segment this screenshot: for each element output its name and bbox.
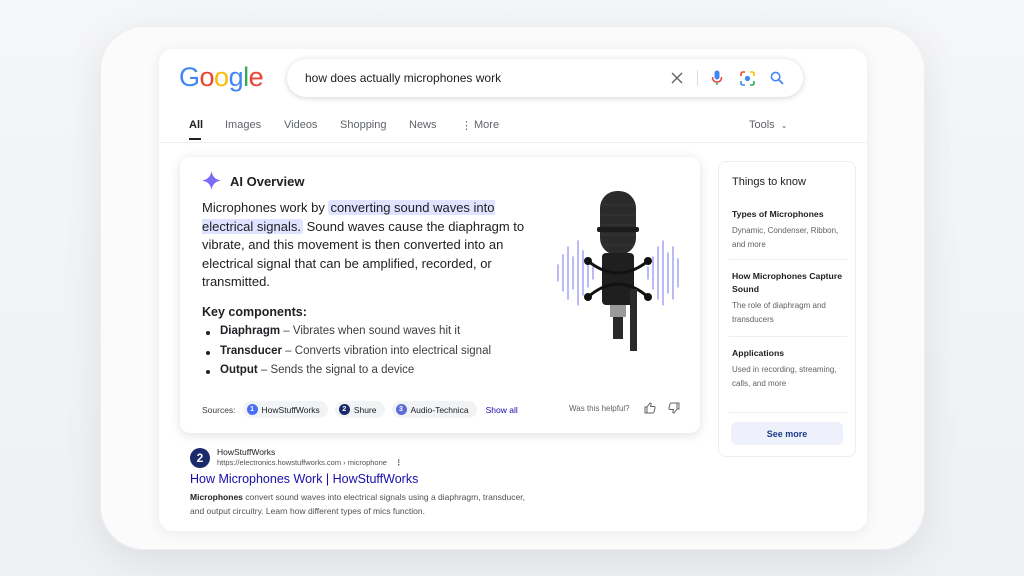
logo-letter: o	[199, 62, 215, 92]
ttk-item-types[interactable]: Types of Microphones Dynamic, Condenser,…	[732, 208, 844, 251]
ttk-divider	[729, 259, 847, 260]
tab-videos[interactable]: Videos	[284, 119, 317, 131]
ai-overview-text: Microphones work by converting sound wav…	[202, 199, 542, 292]
component-desc: – Converts vibration into electrical sig…	[282, 344, 492, 357]
google-logo[interactable]: Google	[179, 62, 264, 93]
ttk-item-subtitle: Used in recording, streaming, calls, and…	[732, 365, 837, 388]
tools-label: Tools	[749, 119, 775, 131]
sound-wave-right	[647, 240, 679, 306]
search-divider	[697, 70, 698, 86]
ttk-item-subtitle: Dynamic, Condenser, Ribbon, and more	[732, 226, 839, 249]
ttk-item-capture[interactable]: How Microphones Capture Sound The role o…	[732, 270, 844, 326]
source-number-badge: 3	[395, 404, 407, 415]
search-icon[interactable]	[768, 69, 786, 87]
component-desc: – Sends the signal to a device	[257, 364, 415, 376]
source-chip-audio-technica[interactable]: 3 Audio-Technica	[391, 401, 477, 418]
ttk-divider	[729, 336, 847, 337]
tab-more[interactable]: More	[474, 119, 499, 131]
ttk-item-subtitle: The role of diaphragm and transducers	[732, 301, 826, 324]
more-options-icon[interactable]: ⋮	[395, 458, 403, 467]
tab-all[interactable]: All	[189, 119, 203, 131]
tab-news[interactable]: News	[409, 119, 437, 131]
search-input[interactable]: how does actually microphones work	[305, 71, 501, 85]
source-number-badge: 1	[246, 404, 258, 415]
show-all-link[interactable]: Show all	[486, 405, 518, 415]
list-item: Output – Sends the signal to a device	[204, 364, 491, 384]
more-dots-icon[interactable]: ⋮	[461, 119, 472, 132]
source-name: Audio-Technica	[410, 404, 469, 415]
source-chip-howstuffworks[interactable]: 1 HowStuffWorks	[242, 401, 328, 418]
microphone-image	[552, 185, 684, 357]
active-tab-indicator	[189, 138, 201, 140]
chevron-down-icon: ⌄	[780, 121, 788, 130]
logo-letter: G	[179, 62, 200, 92]
tab-images[interactable]: Images	[225, 119, 261, 131]
result-snippet: Microphones convert sound waves into ele…	[190, 491, 540, 518]
helpful-prompt: Was this helpful?	[569, 404, 630, 413]
search-box[interactable]: how does actually microphones work	[287, 59, 803, 97]
ttk-item-heading: Applications	[732, 348, 785, 358]
result-site-name[interactable]: HowStuffWorks	[217, 447, 275, 457]
see-more-button[interactable]: See more	[731, 422, 843, 445]
voice-search-icon[interactable]	[708, 69, 726, 87]
things-to-know-title: Things to know	[732, 176, 806, 188]
things-to-know-panel: Things to know Types of Microphones Dyna…	[718, 161, 856, 457]
components-list: Diaphragm – Vibrates when sound waves hi…	[204, 325, 491, 384]
sources-row: Sources: 1 HowStuffWorks 2 Shure 3 Audio…	[202, 401, 518, 418]
ai-text-intro: Microphones work by	[202, 200, 329, 215]
thumbs-down-icon[interactable]	[668, 401, 681, 414]
snippet-bold: Microphones	[190, 492, 243, 502]
ai-overview-title: AI Overview	[230, 174, 305, 189]
logo-letter: g	[228, 62, 244, 92]
component-term: Transducer	[220, 344, 282, 357]
result-title-link[interactable]: How Microphones Work | HowStuffWorks	[190, 472, 418, 486]
logo-letter: o	[214, 62, 229, 92]
result-url[interactable]: https://electronics.howstuffworks.com › …	[217, 458, 403, 467]
logo-letter: e	[248, 62, 264, 92]
browser-screen: Google how does actually microphones wor…	[159, 49, 867, 531]
ttk-divider	[729, 412, 847, 413]
list-item: Diaphragm – Vibrates when sound waves hi…	[204, 325, 491, 345]
source-chip-shure[interactable]: 2 Shure	[334, 401, 385, 418]
source-name: Shure	[353, 404, 377, 415]
list-item: Transducer – Converts vibration into ele…	[204, 345, 491, 365]
ttk-item-heading: Types of Microphones	[732, 209, 824, 219]
site-favicon: 2	[190, 448, 210, 468]
sources-label: Sources:	[202, 404, 236, 415]
key-components-heading: Key components:	[202, 305, 307, 319]
clear-icon[interactable]	[668, 69, 686, 87]
source-number-badge: 2	[338, 404, 350, 415]
tools-menu[interactable]: Tools ⌄	[749, 119, 787, 131]
component-term: Diaphragm	[220, 325, 281, 337]
result-url-text: https://electronics.howstuffworks.com › …	[217, 458, 387, 467]
component-desc: – Vibrates when sound waves hit it	[280, 325, 461, 337]
ttk-item-applications[interactable]: Applications Used in recording, streamin…	[732, 347, 844, 390]
tab-shopping[interactable]: Shopping	[340, 119, 387, 131]
lens-icon[interactable]	[738, 69, 756, 87]
ttk-item-heading: How Microphones Capture Sound	[732, 271, 843, 294]
ai-overview-card: AI Overview Microphones work by converti…	[180, 157, 700, 433]
header-divider	[159, 142, 867, 143]
source-name: HowStuffWorks	[261, 404, 320, 415]
component-term: Output	[220, 364, 258, 376]
sparkle-icon	[202, 171, 221, 195]
thumbs-up-icon[interactable]	[644, 401, 657, 414]
